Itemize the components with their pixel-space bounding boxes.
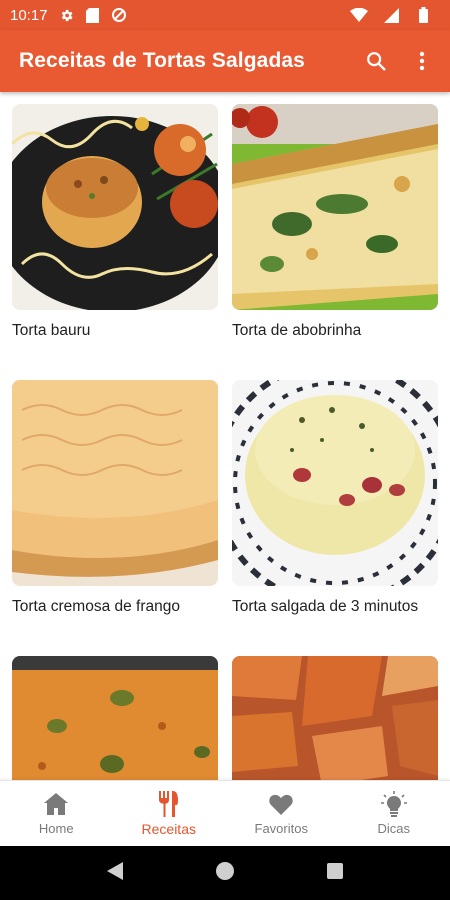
nav-dicas-label: Dicas xyxy=(377,821,410,836)
recipe-title: Torta bauru xyxy=(12,322,91,339)
battery-icon xyxy=(414,6,432,24)
heart-icon xyxy=(268,791,294,817)
recipe-title: Torta de abobrinha xyxy=(232,322,362,339)
home-icon xyxy=(43,791,69,817)
page-title: Receitas de Tortas Salgadas xyxy=(19,49,305,72)
status-time: 10:17 xyxy=(10,6,48,24)
recipe-image xyxy=(232,104,438,310)
more-options-icon[interactable] xyxy=(410,49,434,73)
wifi-icon xyxy=(350,6,368,24)
recipe-image xyxy=(12,656,218,780)
signal-icon xyxy=(382,6,400,24)
recents-square-icon[interactable] xyxy=(327,862,344,884)
back-icon[interactable] xyxy=(106,861,123,885)
nav-dicas[interactable]: Dicas xyxy=(338,781,450,846)
sd-card-icon xyxy=(84,6,102,24)
system-navigation-bar xyxy=(0,846,450,900)
nav-home-label: Home xyxy=(38,821,74,836)
recipe-card[interactable]: Torta salgada de 3 minutos xyxy=(232,380,438,616)
data-saver-icon xyxy=(110,6,128,24)
recipe-title: Torta cremosa de frango xyxy=(12,598,181,615)
nav-receitas-label: Receitas xyxy=(141,820,196,837)
app-bar: Receitas de Tortas Salgadas xyxy=(0,30,450,92)
search-icon[interactable] xyxy=(364,49,388,73)
recipe-grid: Torta bauru Torta de abobrinha Torta cre… xyxy=(0,92,450,780)
lightbulb-icon xyxy=(380,791,407,817)
status-bar: 10:17 xyxy=(0,0,450,30)
nav-favoritos[interactable]: Favoritos xyxy=(225,781,338,846)
recipe-image xyxy=(232,656,438,780)
recipe-image xyxy=(12,104,218,310)
recipe-card[interactable]: Torta bauru xyxy=(12,104,218,340)
fork-knife-icon xyxy=(156,790,182,817)
home-circle-icon[interactable] xyxy=(215,861,234,885)
nav-receitas[interactable]: Receitas xyxy=(113,781,226,846)
recipe-card[interactable] xyxy=(232,656,438,780)
recipe-image xyxy=(12,380,218,586)
recipe-title: Torta salgada de 3 minutos xyxy=(232,598,419,615)
recipe-card[interactable]: Torta de abobrinha xyxy=(232,104,438,340)
nav-home[interactable]: Home xyxy=(0,781,113,846)
settings-gear-icon xyxy=(58,6,76,24)
recipe-image xyxy=(232,380,438,586)
bottom-navigation: Home Receitas Favoritos Dicas xyxy=(0,780,450,846)
nav-favoritos-label: Favoritos xyxy=(254,821,308,836)
recipe-card[interactable] xyxy=(12,656,218,780)
recipe-card[interactable]: Torta cremosa de frango xyxy=(12,380,218,616)
